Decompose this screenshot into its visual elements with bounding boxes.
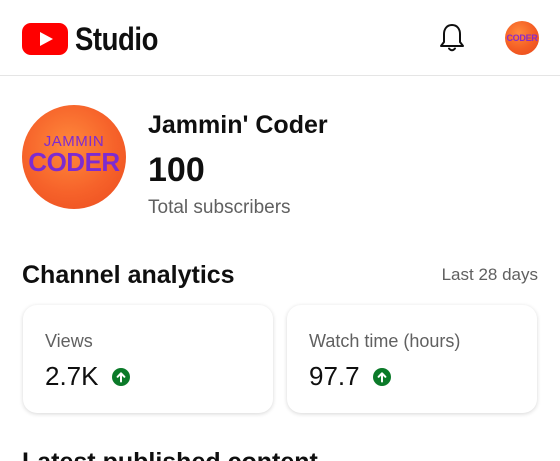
studio-logo[interactable]: Studio	[22, 20, 172, 57]
channel-avatar-line2: CODER	[28, 147, 120, 177]
views-label: Views	[45, 331, 93, 351]
latest-content-heading: Latest published content	[22, 448, 318, 461]
top-app-bar: Studio CODER	[0, 0, 560, 76]
views-card[interactable]: Views 2.7K	[23, 305, 273, 413]
app-name: Studio	[75, 20, 159, 57]
youtube-play-icon	[22, 23, 68, 55]
analytics-date-range[interactable]: Last 28 days	[442, 265, 538, 285]
studio-page: Studio CODER JAMMIN CODER Jammin' Coder …	[0, 0, 560, 461]
bell-icon[interactable]	[438, 22, 466, 54]
views-value-row: 2.7K	[45, 361, 130, 392]
channel-avatar[interactable]: JAMMIN CODER	[22, 105, 126, 209]
channel-name: Jammin' Coder	[148, 111, 328, 139]
watch-time-label: Watch time (hours)	[309, 331, 461, 351]
account-avatar-text: CODER	[506, 33, 538, 43]
arrow-up-icon	[372, 367, 391, 386]
watch-time-card[interactable]: Watch time (hours) 97.7	[287, 305, 537, 413]
watch-time-value: 97.7	[309, 361, 360, 391]
account-avatar[interactable]: CODER	[505, 21, 539, 55]
subscriber-label: Total subscribers	[148, 197, 291, 218]
subscriber-count: 100	[148, 151, 205, 189]
watch-time-value-row: 97.7	[309, 361, 391, 392]
views-value: 2.7K	[45, 361, 99, 391]
analytics-heading: Channel analytics	[22, 261, 235, 289]
arrow-up-icon	[111, 367, 130, 386]
